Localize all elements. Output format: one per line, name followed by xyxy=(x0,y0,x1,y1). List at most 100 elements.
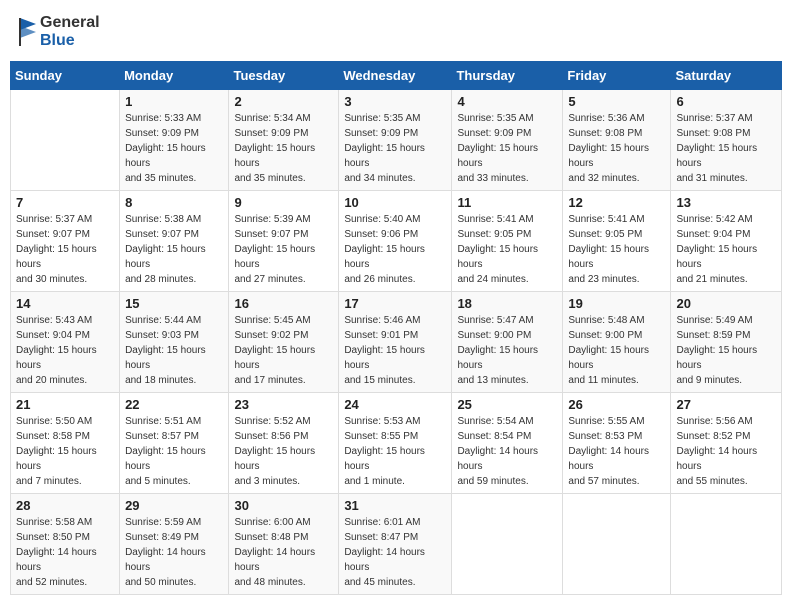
day-info: Sunrise: 6:00 AMSunset: 8:48 PMDaylight:… xyxy=(234,515,333,590)
day-number: 7 xyxy=(16,195,114,210)
day-number: 9 xyxy=(234,195,333,210)
logo: General Blue xyxy=(16,14,100,49)
calendar-cell: 11Sunrise: 5:41 AMSunset: 9:05 PMDayligh… xyxy=(452,191,563,292)
calendar-week-row: 7Sunrise: 5:37 AMSunset: 9:07 PMDaylight… xyxy=(11,191,782,292)
calendar-cell: 4 Sunrise: 5:35 AMSunset: 9:09 PMDaylight… xyxy=(452,90,563,191)
day-info: Sunrise: 5:45 AMSunset: 9:02 PMDaylight:… xyxy=(234,313,333,388)
day-number: 29 xyxy=(125,498,223,513)
day-number: 31 xyxy=(344,498,446,513)
weekday-header-thursday: Thursday xyxy=(452,62,563,90)
calendar-cell: 28 Sunrise: 5:58 AMSunset: 8:50 PMDayligh… xyxy=(11,494,120,595)
calendar-week-row: 14 Sunrise: 5:43 AMSunset: 9:04 PMDayligh… xyxy=(11,292,782,393)
calendar-table: SundayMondayTuesdayWednesdayThursdayFrid… xyxy=(10,61,782,595)
day-number: 10 xyxy=(344,195,446,210)
day-info: Sunrise: 5:34 AMSunset: 9:09 PMDaylight:… xyxy=(234,111,333,186)
day-info: Sunrise: 5:37 AMSunset: 9:08 PMDaylight:… xyxy=(676,111,776,186)
weekday-header-friday: Friday xyxy=(563,62,671,90)
calendar-cell: 14 Sunrise: 5:43 AMSunset: 9:04 PMDayligh… xyxy=(11,292,120,393)
day-info: Sunrise: 5:53 AMSunset: 8:55 PMDaylight:… xyxy=(344,414,446,489)
day-info: Sunrise: 5:59 AMSunset: 8:49 PMDaylight:… xyxy=(125,515,223,590)
day-number: 24 xyxy=(344,397,446,412)
logo-blue: Blue xyxy=(40,32,75,49)
day-number: 5 xyxy=(568,94,665,109)
day-info: Sunrise: 5:36 AMSunset: 9:08 PMDaylight:… xyxy=(568,111,665,186)
day-info: Sunrise: 5:56 AMSunset: 8:52 PMDaylight:… xyxy=(676,414,776,489)
day-number: 8 xyxy=(125,195,223,210)
calendar-cell: 13 Sunrise: 5:42 AMSunset: 9:04 PMDayligh… xyxy=(671,191,782,292)
day-number: 26 xyxy=(568,397,665,412)
day-info: Sunrise: 5:33 AMSunset: 9:09 PMDaylight:… xyxy=(125,111,223,186)
day-number: 20 xyxy=(676,296,776,311)
calendar-cell: 1 Sunrise: 5:33 AMSunset: 9:09 PMDaylight… xyxy=(120,90,229,191)
day-number: 12 xyxy=(568,195,665,210)
calendar-week-row: 28 Sunrise: 5:58 AMSunset: 8:50 PMDayligh… xyxy=(11,494,782,595)
day-number: 25 xyxy=(457,397,557,412)
day-number: 4 xyxy=(457,94,557,109)
day-number: 1 xyxy=(125,94,223,109)
day-info: Sunrise: 5:42 AMSunset: 9:04 PMDaylight:… xyxy=(676,212,776,287)
weekday-header-saturday: Saturday xyxy=(671,62,782,90)
day-info: Sunrise: 5:47 AMSunset: 9:00 PMDaylight:… xyxy=(457,313,557,388)
calendar-cell xyxy=(452,494,563,595)
calendar-cell xyxy=(671,494,782,595)
logo-general: General xyxy=(40,14,100,31)
calendar-cell: 25 Sunrise: 5:54 AMSunset: 8:54 PMDayligh… xyxy=(452,393,563,494)
day-number: 28 xyxy=(16,498,114,513)
calendar-cell: 10 Sunrise: 5:40 AMSunset: 9:06 PMDayligh… xyxy=(339,191,452,292)
day-info: Sunrise: 5:44 AMSunset: 9:03 PMDaylight:… xyxy=(125,313,223,388)
calendar-cell: 16 Sunrise: 5:45 AMSunset: 9:02 PMDayligh… xyxy=(229,292,339,393)
day-number: 30 xyxy=(234,498,333,513)
day-info: Sunrise: 5:52 AMSunset: 8:56 PMDaylight:… xyxy=(234,414,333,489)
day-info: Sunrise: 5:38 AMSunset: 9:07 PMDaylight:… xyxy=(125,212,223,287)
calendar-cell: 7Sunrise: 5:37 AMSunset: 9:07 PMDaylight… xyxy=(11,191,120,292)
calendar-cell: 26 Sunrise: 5:55 AMSunset: 8:53 PMDayligh… xyxy=(563,393,671,494)
weekday-header-row: SundayMondayTuesdayWednesdayThursdayFrid… xyxy=(11,62,782,90)
calendar-week-row: 21Sunrise: 5:50 AMSunset: 8:58 PMDayligh… xyxy=(11,393,782,494)
day-number: 21 xyxy=(16,397,114,412)
calendar-cell: 30 Sunrise: 6:00 AMSunset: 8:48 PMDayligh… xyxy=(229,494,339,595)
weekday-header-sunday: Sunday xyxy=(11,62,120,90)
day-info: Sunrise: 5:58 AMSunset: 8:50 PMDaylight:… xyxy=(16,515,114,590)
calendar-cell: 5 Sunrise: 5:36 AMSunset: 9:08 PMDaylight… xyxy=(563,90,671,191)
calendar-week-row: 1 Sunrise: 5:33 AMSunset: 9:09 PMDaylight… xyxy=(11,90,782,191)
calendar-cell: 2Sunrise: 5:34 AMSunset: 9:09 PMDaylight… xyxy=(229,90,339,191)
day-number: 23 xyxy=(234,397,333,412)
day-number: 14 xyxy=(16,296,114,311)
calendar-cell: 8 Sunrise: 5:38 AMSunset: 9:07 PMDaylight… xyxy=(120,191,229,292)
calendar-cell: 23 Sunrise: 5:52 AMSunset: 8:56 PMDayligh… xyxy=(229,393,339,494)
day-info: Sunrise: 5:41 AMSunset: 9:05 PMDaylight:… xyxy=(568,212,665,287)
calendar-cell: 20Sunrise: 5:49 AMSunset: 8:59 PMDayligh… xyxy=(671,292,782,393)
day-info: Sunrise: 5:55 AMSunset: 8:53 PMDaylight:… xyxy=(568,414,665,489)
day-number: 15 xyxy=(125,296,223,311)
calendar-cell: 31 Sunrise: 6:01 AMSunset: 8:47 PMDayligh… xyxy=(339,494,452,595)
weekday-header-wednesday: Wednesday xyxy=(339,62,452,90)
calendar-cell: 27Sunrise: 5:56 AMSunset: 8:52 PMDayligh… xyxy=(671,393,782,494)
day-number: 3 xyxy=(344,94,446,109)
calendar-cell: 22Sunrise: 5:51 AMSunset: 8:57 PMDayligh… xyxy=(120,393,229,494)
calendar-cell: 9 Sunrise: 5:39 AMSunset: 9:07 PMDaylight… xyxy=(229,191,339,292)
day-number: 6 xyxy=(676,94,776,109)
day-number: 13 xyxy=(676,195,776,210)
day-number: 19 xyxy=(568,296,665,311)
calendar-cell: 21Sunrise: 5:50 AMSunset: 8:58 PMDayligh… xyxy=(11,393,120,494)
day-info: Sunrise: 5:40 AMSunset: 9:06 PMDaylight:… xyxy=(344,212,446,287)
calendar-cell: 6 Sunrise: 5:37 AMSunset: 9:08 PMDaylight… xyxy=(671,90,782,191)
calendar-cell: 29 Sunrise: 5:59 AMSunset: 8:49 PMDayligh… xyxy=(120,494,229,595)
day-info: Sunrise: 5:35 AMSunset: 9:09 PMDaylight:… xyxy=(457,111,557,186)
day-info: Sunrise: 5:35 AMSunset: 9:09 PMDaylight:… xyxy=(344,111,446,186)
weekday-header-tuesday: Tuesday xyxy=(229,62,339,90)
header: General Blue xyxy=(10,10,782,53)
day-info: Sunrise: 6:01 AMSunset: 8:47 PMDaylight:… xyxy=(344,515,446,590)
day-info: Sunrise: 5:54 AMSunset: 8:54 PMDaylight:… xyxy=(457,414,557,489)
calendar-cell: 18Sunrise: 5:47 AMSunset: 9:00 PMDayligh… xyxy=(452,292,563,393)
day-info: Sunrise: 5:39 AMSunset: 9:07 PMDaylight:… xyxy=(234,212,333,287)
day-info: Sunrise: 5:43 AMSunset: 9:04 PMDaylight:… xyxy=(16,313,114,388)
calendar-cell xyxy=(563,494,671,595)
weekday-header-monday: Monday xyxy=(120,62,229,90)
day-info: Sunrise: 5:48 AMSunset: 9:00 PMDaylight:… xyxy=(568,313,665,388)
day-number: 16 xyxy=(234,296,333,311)
calendar-cell: 12 Sunrise: 5:41 AMSunset: 9:05 PMDayligh… xyxy=(563,191,671,292)
calendar-cell: 17Sunrise: 5:46 AMSunset: 9:01 PMDayligh… xyxy=(339,292,452,393)
day-number: 22 xyxy=(125,397,223,412)
day-number: 11 xyxy=(457,195,557,210)
